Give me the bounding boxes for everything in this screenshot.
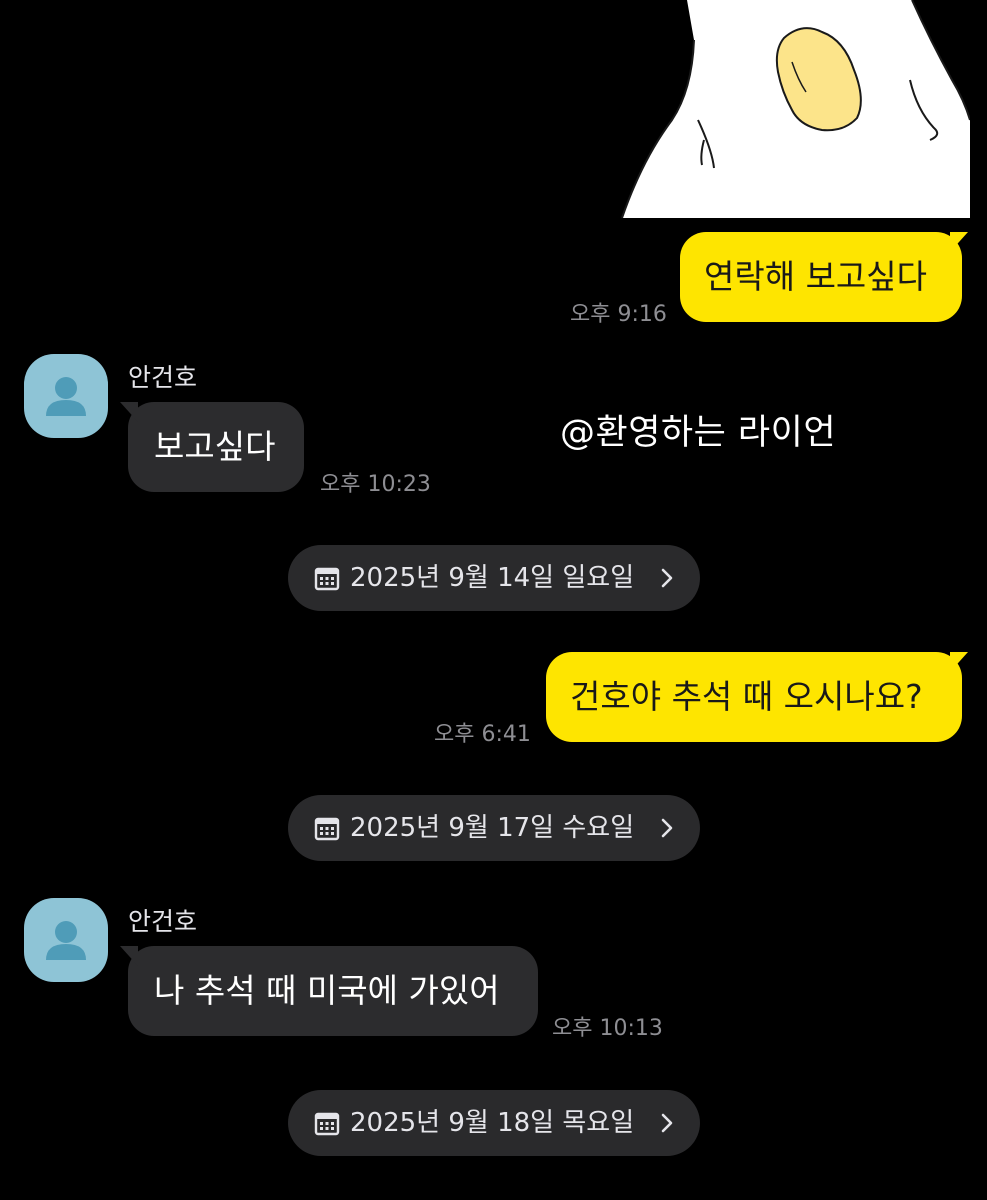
date-divider[interactable]: 2025년 9월 18일 목요일: [288, 1090, 700, 1156]
bubble-tail: [120, 402, 138, 422]
sticker-image: [612, 0, 971, 219]
message-time: 오후 6:41: [434, 722, 531, 747]
sender-name: 안건호: [128, 363, 198, 392]
chevron-right-icon: [661, 568, 673, 588]
bubble-tail: [950, 232, 968, 252]
sender-name: 안건호: [128, 907, 198, 936]
message-text: 연락해 보고싶다: [704, 257, 928, 296]
message-text: 나 추석 때 미국에 가있어: [154, 971, 500, 1010]
calendar-icon: [314, 567, 340, 591]
date-label: 2025년 9월 18일 목요일: [350, 1108, 635, 1138]
chevron-right-icon: [661, 1113, 673, 1133]
calendar-icon: [314, 1112, 340, 1136]
incoming-message-bubble[interactable]: 보고싶다: [120, 402, 304, 492]
date-divider[interactable]: 2025년 9월 17일 수요일: [288, 795, 700, 861]
message-time: 오후 9:16: [570, 302, 667, 327]
bubble-tail: [120, 946, 138, 966]
avatar[interactable]: [24, 898, 108, 982]
message-text: 보고싶다: [154, 427, 276, 466]
message-time: 오후 10:23: [320, 472, 431, 497]
calendar-icon: [314, 817, 340, 841]
date-label: 2025년 9월 17일 수요일: [350, 813, 635, 843]
outgoing-message-bubble[interactable]: 건호야 추석 때 오시나요?: [546, 652, 968, 742]
watermark-text: @환영하는 라이언: [560, 413, 837, 453]
person-icon: [46, 377, 86, 416]
date-label: 2025년 9월 14일 일요일: [350, 563, 635, 593]
chevron-right-icon: [661, 818, 673, 838]
avatar[interactable]: [24, 354, 108, 438]
message-text: 건호야 추석 때 오시나요?: [570, 677, 923, 716]
incoming-message-bubble[interactable]: 나 추석 때 미국에 가있어: [120, 946, 538, 1036]
message-time: 오후 10:13: [552, 1016, 663, 1041]
outgoing-message-bubble[interactable]: 연락해 보고싶다: [680, 232, 968, 322]
person-icon: [46, 921, 86, 960]
bubble-tail: [950, 652, 968, 672]
date-divider[interactable]: 2025년 9월 14일 일요일: [288, 545, 700, 611]
